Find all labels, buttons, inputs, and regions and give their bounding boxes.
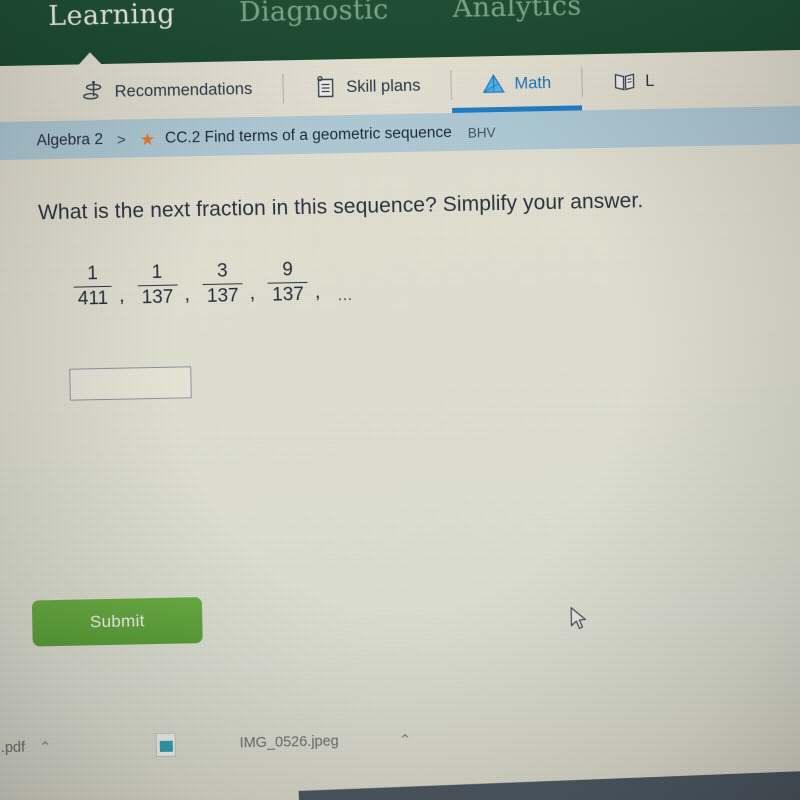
fraction-denominator: 137: [267, 281, 309, 307]
fraction-denominator: 137: [137, 284, 178, 310]
answer-input[interactable]: [69, 366, 192, 401]
download-item-pdf[interactable]: ...pdf ⌃: [0, 738, 52, 757]
tab-recommendations[interactable]: Recommendations: [51, 60, 283, 121]
fraction-numerator: 1: [151, 261, 163, 284]
download-item-jpeg[interactable]: IMG_0526.jpeg ⌃: [155, 728, 412, 758]
fraction-sequence: 1 411 , 1 137 , 3 137 , 9 137 , ...: [71, 258, 353, 311]
download-item-name: IMG_0526.jpeg: [239, 733, 339, 752]
fraction-term-2: 1 137: [135, 261, 180, 310]
favorite-star-icon[interactable]: ★: [140, 129, 156, 148]
download-item-name: ...pdf: [0, 739, 26, 757]
skill-plans-icon: [313, 75, 337, 99]
fraction-term-1: 1 411: [71, 263, 114, 311]
question-panel: What is the next fraction in this sequen…: [0, 143, 800, 800]
topnav-item-diagnostic[interactable]: Diagnostic: [227, 0, 401, 30]
tab-skill-plans-label: Skill plans: [346, 76, 421, 96]
chevron-up-icon[interactable]: ⌃: [39, 738, 52, 756]
tab-language-arts[interactable]: L: [582, 52, 685, 110]
breadcrumb-separator-icon: >: [116, 131, 126, 149]
fraction-numerator: 1: [86, 263, 98, 285]
fraction-numerator: 3: [216, 260, 228, 282]
tab-math-label: Math: [514, 73, 552, 93]
tab-math[interactable]: Math: [451, 54, 582, 113]
skill-code: BHV: [467, 124, 496, 141]
topnav-item-analytics[interactable]: Analytics: [440, 0, 594, 26]
skill-title: CC.2 Find terms of a geometric sequence: [164, 123, 452, 147]
breadcrumb-parent-link[interactable]: Algebra 2: [36, 131, 103, 150]
language-arts-book-icon: [612, 69, 636, 93]
sequence-ellipsis: ...: [337, 283, 353, 304]
fraction-term-3: 3 137: [200, 260, 245, 308]
topnav-item-learning[interactable]: Learning: [36, 0, 187, 34]
sequence-comma: ,: [249, 281, 256, 304]
tab-recommendations-label: Recommendations: [114, 79, 253, 101]
tab-skill-plans[interactable]: Skill plans: [283, 57, 451, 116]
chevron-up-icon[interactable]: ⌃: [399, 731, 412, 749]
fraction-term-4: 9 137: [265, 259, 310, 307]
image-file-icon: [155, 732, 176, 758]
fraction-numerator: 9: [282, 259, 294, 281]
sequence-comma: ,: [184, 282, 191, 306]
submit-button[interactable]: Submit: [31, 597, 203, 647]
fraction-denominator: 411: [73, 285, 113, 311]
math-pyramid-icon: [481, 72, 505, 96]
photo-of-screen: Learning Diagnostic Analytics Recommenda…: [0, 0, 800, 800]
windows-taskbar: [298, 768, 800, 800]
download-bar: ...pdf ⌃ IMG_0526.jpeg ⌃: [0, 704, 800, 777]
question-prompt: What is the next fraction in this sequen…: [37, 189, 644, 225]
fraction-denominator: 137: [202, 283, 243, 308]
mouse-cursor-icon: [570, 606, 589, 632]
sequence-comma: ,: [118, 284, 125, 307]
tab-language-arts-label: L: [644, 71, 655, 90]
sequence-comma: ,: [314, 280, 321, 303]
recommendations-icon: [81, 80, 105, 104]
screen-surface: Learning Diagnostic Analytics Recommenda…: [0, 0, 800, 800]
